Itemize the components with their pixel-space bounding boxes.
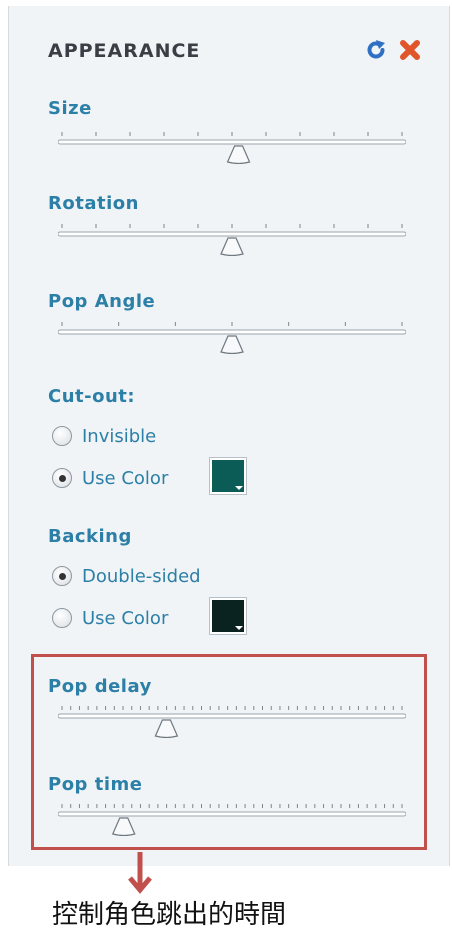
slider-thumb[interactable] <box>220 237 244 256</box>
slider-rail <box>58 139 406 145</box>
cutout-invisible-radio[interactable] <box>52 426 72 446</box>
cutout-label: Cut-out: <box>48 386 136 407</box>
cutout-use-color-radio[interactable] <box>52 468 72 488</box>
backing-color-swatch[interactable] <box>210 598 246 634</box>
size-label: Size <box>48 98 92 119</box>
close-icon[interactable] <box>398 38 422 62</box>
cutout-invisible-option[interactable]: Invisible <box>52 422 156 450</box>
cutout-use-color-option[interactable]: Use Color <box>52 464 168 492</box>
backing-double-sided-label: Double-sided <box>82 565 201 587</box>
annotation-caption: 控制角色跳出的時間 <box>52 900 287 930</box>
slider-track <box>58 224 406 256</box>
slider-track <box>58 322 406 354</box>
slider-rail <box>58 329 406 335</box>
rotation-slider[interactable] <box>58 220 406 256</box>
slider-thumb[interactable] <box>220 335 244 354</box>
highlight-box <box>31 654 427 850</box>
rotation-label: Rotation <box>48 193 139 214</box>
refresh-icon[interactable] <box>364 38 388 62</box>
backing-use-color-label: Use Color <box>82 607 169 629</box>
size-slider[interactable] <box>58 128 406 164</box>
slider-thumb[interactable] <box>226 145 251 164</box>
cutout-use-color-label: Use Color <box>82 467 169 489</box>
pop-angle-label: Pop Angle <box>48 291 156 312</box>
backing-use-color-option[interactable]: Use Color <box>52 604 168 632</box>
slider-track <box>58 132 406 164</box>
cutout-invisible-label: Invisible <box>82 425 157 447</box>
backing-label: Backing <box>48 526 132 547</box>
chevron-down-icon <box>235 626 243 630</box>
backing-double-sided-option[interactable]: Double-sided <box>52 562 201 590</box>
cutout-color-swatch[interactable] <box>210 458 246 494</box>
pop-angle-slider[interactable] <box>58 318 406 354</box>
slider-rail <box>58 231 406 237</box>
backing-use-color-radio[interactable] <box>52 608 72 628</box>
arrow-down-icon <box>128 852 152 894</box>
backing-double-sided-radio[interactable] <box>52 566 72 586</box>
chevron-down-icon <box>235 486 243 490</box>
panel-title: APPEARANCE <box>48 40 201 62</box>
